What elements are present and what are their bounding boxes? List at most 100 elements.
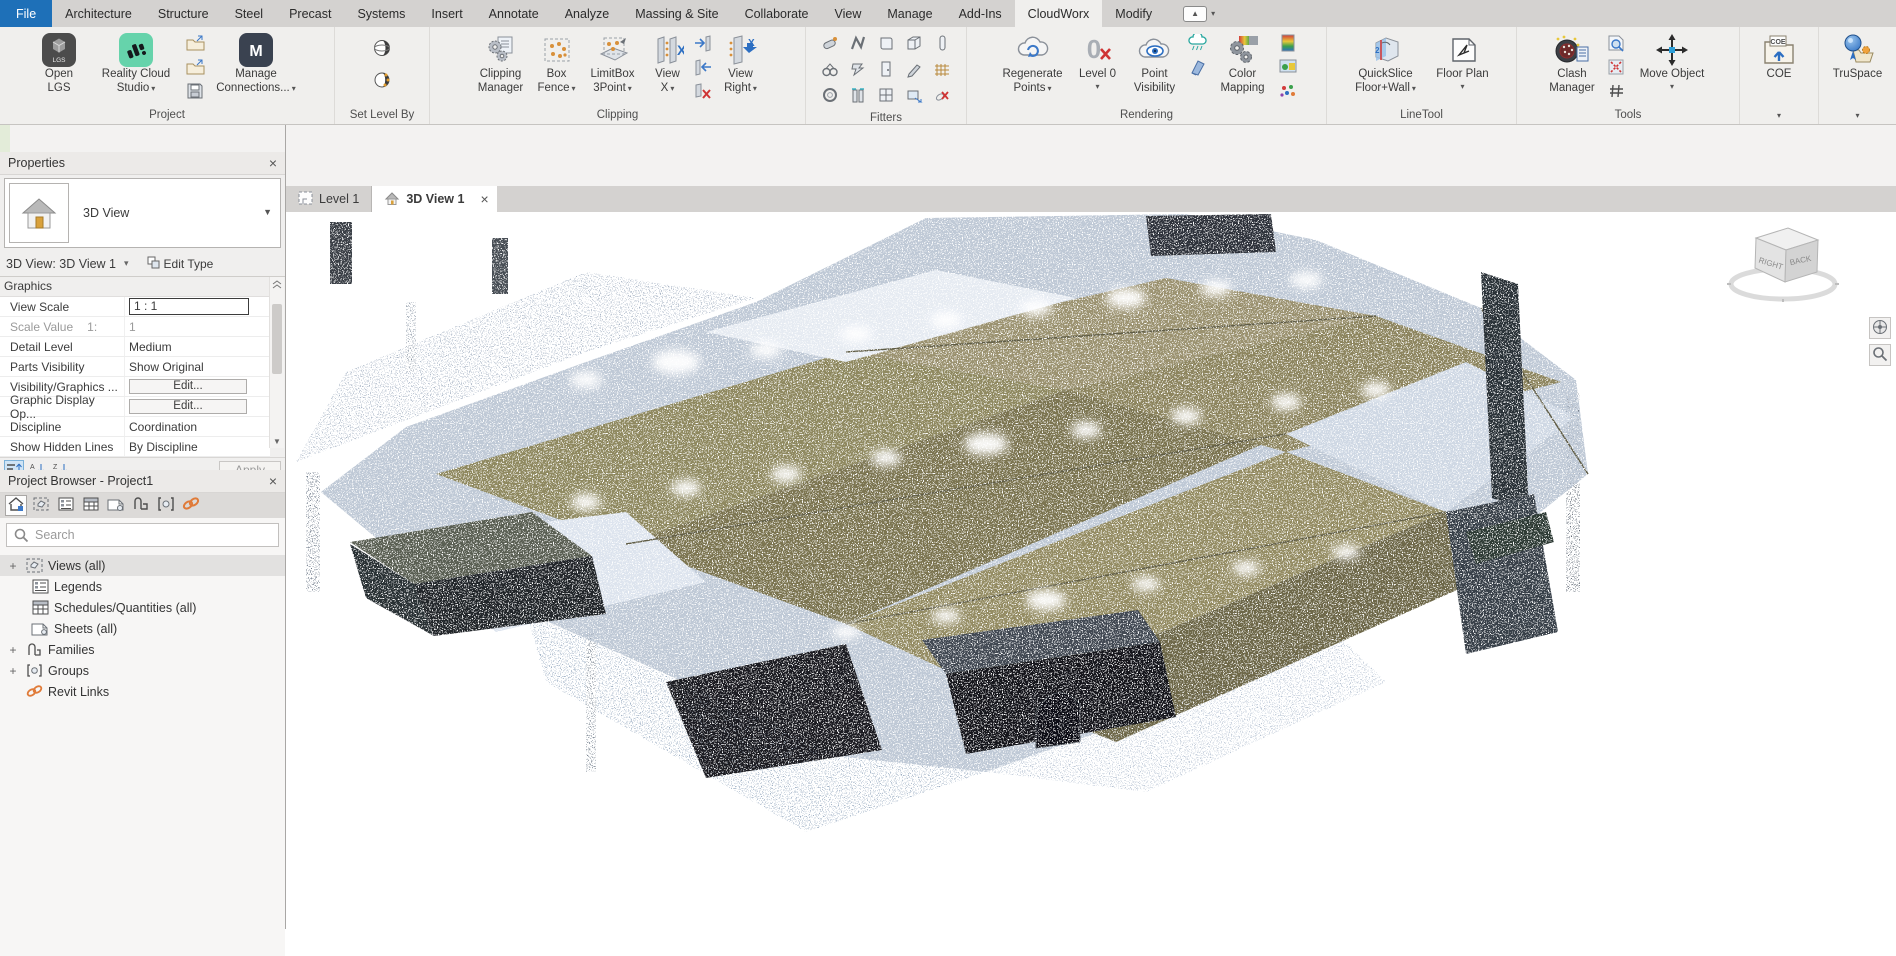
- properties-close-icon[interactable]: ×: [269, 156, 277, 170]
- scatter-color-button[interactable]: [1277, 81, 1299, 103]
- level-0-button[interactable]: 0 Level 0▾: [1073, 28, 1123, 92]
- view-scale-input[interactable]: 1 : 1: [129, 298, 249, 315]
- menu-architecture[interactable]: Architecture: [52, 0, 145, 27]
- sort-descending-button[interactable]: ZA: [50, 460, 70, 470]
- viewcube[interactable]: RIGHT BACK: [1727, 228, 1839, 302]
- menu-manage[interactable]: Manage: [874, 0, 945, 27]
- clip-shift-right-button[interactable]: [692, 33, 714, 55]
- tab-close-icon[interactable]: ×: [480, 191, 488, 207]
- fitter-box-button[interactable]: [900, 31, 928, 57]
- menu-collaborate[interactable]: Collaborate: [732, 0, 822, 27]
- menu-annotate[interactable]: Annotate: [476, 0, 552, 27]
- menu-massing-site[interactable]: Massing & Site: [622, 0, 731, 27]
- fitter-door-button[interactable]: [872, 57, 900, 83]
- point-visibility-button[interactable]: Point Visibility: [1125, 28, 1185, 97]
- box-fence-button[interactable]: Box Fence▾: [534, 28, 580, 97]
- browser-legends-button[interactable]: [55, 495, 77, 516]
- view-x-button[interactable]: X View X▾: [646, 28, 690, 97]
- fitter-pen-button[interactable]: [900, 57, 928, 83]
- set-level-sphere-button-2[interactable]: [371, 70, 393, 92]
- show-hidden-lines-value[interactable]: By Discipline: [125, 437, 270, 456]
- apply-button[interactable]: Apply: [219, 461, 281, 471]
- fitter-panel-button[interactable]: [872, 31, 900, 57]
- browser-sheets-button[interactable]: [105, 495, 127, 516]
- clip-shift-left-button[interactable]: [692, 57, 714, 79]
- clash-grid-button[interactable]: [1605, 57, 1627, 79]
- menu-cloudworx[interactable]: CloudWorx: [1015, 0, 1103, 27]
- truspace-panel-caret[interactable]: ▾: [1819, 106, 1896, 124]
- properties-scrollbar[interactable]: ▼: [269, 277, 284, 448]
- open-lgs-file-button[interactable]: [184, 33, 206, 55]
- fitter-beam-button[interactable]: [844, 57, 872, 83]
- browser-views-button[interactable]: [30, 495, 52, 516]
- menu-steel[interactable]: Steel: [222, 0, 277, 27]
- sort-default-button[interactable]: [4, 460, 24, 470]
- project-browser-close-icon[interactable]: ×: [269, 474, 277, 488]
- graphics-section-header[interactable]: Graphics: [0, 277, 270, 297]
- clash-manager-button[interactable]: Clash Manager: [1541, 28, 1603, 97]
- fitter-pipe-button[interactable]: [816, 31, 844, 57]
- manage-connections-button[interactable]: M Manage Connections...▾: [208, 28, 304, 97]
- hash-button[interactable]: [1605, 81, 1627, 103]
- expand-icon[interactable]: +: [6, 559, 20, 573]
- tree-item-groups[interactable]: + Groups: [0, 660, 285, 681]
- fitter-polyline-button[interactable]: [844, 31, 872, 57]
- menu-insert[interactable]: Insert: [418, 0, 475, 27]
- expand-icon[interactable]: +: [6, 664, 20, 678]
- cloud-rain-button[interactable]: [1187, 33, 1209, 55]
- scroll-down-icon[interactable]: ▼: [273, 437, 281, 448]
- tree-item-legends[interactable]: Legends: [0, 576, 285, 597]
- coe-panel-caret[interactable]: ▾: [1740, 106, 1818, 124]
- chevron-down-icon[interactable]: ▾: [124, 258, 129, 269]
- browser-groups-button[interactable]: [155, 495, 177, 516]
- browser-links-button[interactable]: [180, 495, 202, 516]
- regenerate-points-button[interactable]: Regenerate Points▾: [995, 28, 1071, 97]
- set-level-sphere-button-1[interactable]: [371, 38, 393, 60]
- fitter-ring-button[interactable]: [816, 83, 844, 109]
- chisel-button[interactable]: [1187, 57, 1209, 79]
- truspace-button[interactable]: TruSpace: [1825, 28, 1891, 83]
- tree-item-sheets[interactable]: Sheets (all): [0, 618, 285, 639]
- clipping-manager-button[interactable]: Clipping Manager: [470, 28, 532, 97]
- inspect-page-button[interactable]: [1605, 33, 1627, 55]
- expand-icon[interactable]: +: [6, 643, 20, 657]
- zoom-tool-button[interactable]: [1869, 344, 1891, 366]
- floor-plan-button[interactable]: Floor Plan▾: [1428, 28, 1498, 92]
- navigation-wheel-button[interactable]: [1869, 317, 1891, 339]
- menu-precast[interactable]: Precast: [276, 0, 344, 27]
- color-mapping-button[interactable]: Color Mapping: [1211, 28, 1275, 97]
- quickslice-button[interactable]: 2 QuickSlice Floor+Wall▾: [1346, 28, 1426, 97]
- tab-level-1[interactable]: Level 1: [286, 186, 372, 212]
- fitter-binoculars-button[interactable]: [816, 57, 844, 83]
- reality-cloud-studio-button[interactable]: Reality Cloud Studio▾: [90, 28, 182, 97]
- edit-type-button[interactable]: Edit Type: [141, 255, 220, 273]
- fitter-disconnect-button[interactable]: [928, 83, 956, 109]
- fitter-column-button[interactable]: [928, 31, 956, 57]
- colorbar-button[interactable]: [1277, 33, 1299, 55]
- menu-analyze[interactable]: Analyze: [552, 0, 622, 27]
- open-connection-button[interactable]: [184, 57, 206, 79]
- move-object-button[interactable]: Move Object▾: [1629, 28, 1715, 92]
- type-selector[interactable]: 3D View ▼: [4, 178, 281, 248]
- fitter-duct-button[interactable]: [844, 83, 872, 109]
- parts-visibility-value[interactable]: Show Original: [125, 357, 270, 376]
- graphic-display-edit-button[interactable]: Edit...: [129, 399, 247, 414]
- menu-view[interactable]: View: [822, 0, 875, 27]
- instance-label[interactable]: 3D View: 3D View 1: [6, 257, 116, 271]
- fitter-window-button[interactable]: [872, 83, 900, 109]
- image-adjust-button[interactable]: [1277, 57, 1299, 79]
- detail-level-value[interactable]: Medium: [125, 337, 270, 356]
- visibility-graphics-edit-button[interactable]: Edit...: [129, 379, 247, 394]
- menu-structure[interactable]: Structure: [145, 0, 222, 27]
- discipline-value[interactable]: Coordination: [125, 417, 270, 436]
- ribbon-display-toggle[interactable]: ▲▾: [1175, 0, 1223, 27]
- save-button[interactable]: [184, 81, 206, 103]
- browser-home-button[interactable]: [5, 495, 27, 516]
- tree-item-views[interactable]: + Views (all): [0, 555, 285, 576]
- tree-item-revit-links[interactable]: Revit Links: [0, 681, 285, 702]
- menu-file[interactable]: File: [0, 0, 52, 27]
- tree-item-families[interactable]: + Families: [0, 639, 285, 660]
- scrollbar-thumb[interactable]: [272, 304, 282, 374]
- coe-button[interactable]: COE COE: [1747, 28, 1811, 83]
- limitbox-3point-button[interactable]: LimitBox 3Point▾: [582, 28, 644, 97]
